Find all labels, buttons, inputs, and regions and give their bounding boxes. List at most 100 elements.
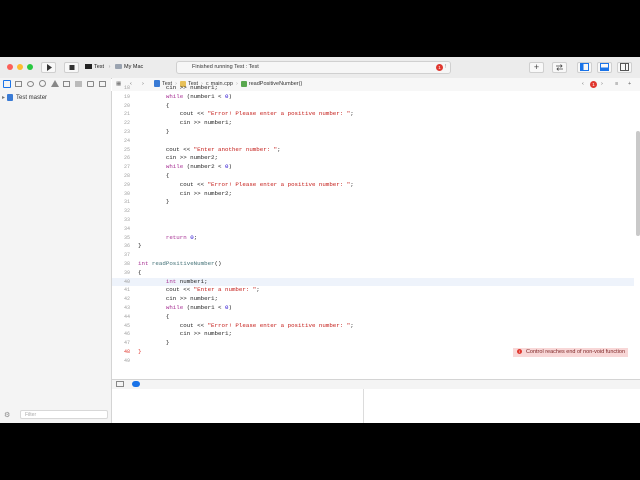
- code-line[interactable]: 33: [112, 216, 634, 225]
- code-line[interactable]: 46 cin >> number1;: [112, 330, 634, 339]
- code-line[interactable]: 41 cout << "Enter a number: ";: [112, 286, 634, 295]
- library-plus-icon[interactable]: +: [529, 62, 544, 73]
- line-number[interactable]: 30: [112, 190, 130, 199]
- chevron-right-icon: ›: [108, 64, 111, 70]
- line-number[interactable]: 22: [112, 119, 130, 128]
- toggle-navigator-button[interactable]: [577, 62, 592, 73]
- code-line[interactable]: 44 {: [112, 313, 634, 322]
- line-number[interactable]: 38: [112, 260, 130, 269]
- code-line[interactable]: 21 cout << "Error! Please enter a positi…: [112, 110, 634, 119]
- breakpoints-toggle-icon[interactable]: [132, 381, 140, 387]
- code-line[interactable]: 49: [112, 357, 634, 366]
- error-message: Control reaches end of non-void function: [525, 349, 625, 355]
- symbol-navigator-icon[interactable]: [27, 81, 34, 87]
- minimize-window-button[interactable]: [17, 64, 23, 70]
- line-number[interactable]: 45: [112, 322, 130, 331]
- code-line[interactable]: 20 {: [112, 102, 634, 111]
- line-number[interactable]: 34: [112, 225, 130, 234]
- source-control-icon[interactable]: [15, 81, 22, 87]
- code-line[interactable]: 38 int readPositiveNumber(): [112, 260, 634, 269]
- code-line[interactable]: 24: [112, 137, 634, 146]
- debug-divider: [363, 389, 364, 423]
- settings-gear-icon[interactable]: ⚙: [4, 411, 10, 419]
- code-line[interactable]: 34: [112, 225, 634, 234]
- code-line[interactable]: 18 cin >> number1;: [112, 84, 634, 93]
- code-line[interactable]: 45 cout << "Error! Please enter a positi…: [112, 322, 634, 331]
- code-line[interactable]: 36}: [112, 242, 634, 251]
- vertical-scrollbar[interactable]: [636, 131, 640, 236]
- close-window-button[interactable]: [7, 64, 13, 70]
- code-line[interactable]: 47 }: [112, 339, 634, 348]
- code-line[interactable]: 29 cout << "Error! Please enter a positi…: [112, 181, 634, 190]
- line-number[interactable]: 18: [112, 84, 130, 93]
- line-number[interactable]: 26: [112, 154, 130, 163]
- navigator-filter-input[interactable]: Filter: [20, 410, 108, 419]
- bottom-panel-icon: [600, 63, 609, 71]
- line-number[interactable]: 27: [112, 163, 130, 172]
- scheme-selector[interactable]: Test › My Mac: [85, 62, 153, 73]
- line-number[interactable]: 47: [112, 339, 130, 348]
- line-number[interactable]: 20: [112, 102, 130, 111]
- code-line[interactable]: 42 cin >> number1;: [112, 295, 634, 304]
- issue-navigator-icon[interactable]: [51, 80, 59, 87]
- line-number[interactable]: 43: [112, 304, 130, 313]
- line-number[interactable]: 42: [112, 295, 130, 304]
- test-navigator-icon[interactable]: [63, 81, 70, 87]
- code-line[interactable]: 30 cin >> number2;: [112, 190, 634, 199]
- line-number[interactable]: 35: [112, 234, 130, 243]
- project-navigator-icon[interactable]: [3, 80, 11, 88]
- line-number[interactable]: 32: [112, 207, 130, 216]
- source-editor[interactable]: 18 cin >> number1; 19 while (number1 < 0)…: [112, 84, 640, 379]
- toggle-inspector-button[interactable]: [617, 62, 632, 73]
- code-line[interactable]: 31 }: [112, 198, 634, 207]
- code-line[interactable]: 40 int number1;: [112, 277, 634, 287]
- report-navigator-icon[interactable]: [99, 81, 106, 87]
- line-number[interactable]: 21: [112, 110, 130, 119]
- code-review-button[interactable]: [552, 62, 567, 73]
- code-line[interactable]: 19 while (number1 < 0): [112, 93, 634, 102]
- debug-navigator-icon[interactable]: [75, 81, 82, 87]
- line-number[interactable]: 46: [112, 330, 130, 339]
- code-line[interactable]: 25 cout << "Enter another number: ";: [112, 146, 634, 155]
- code-line[interactable]: 39 {: [112, 269, 634, 278]
- code-line[interactable]: 23 }: [112, 128, 634, 137]
- hide-debug-area-icon[interactable]: [116, 381, 124, 387]
- line-number[interactable]: 24: [112, 137, 130, 146]
- line-number[interactable]: 29: [112, 181, 130, 190]
- line-number[interactable]: 49: [112, 357, 130, 366]
- breakpoint-navigator-icon[interactable]: [87, 81, 94, 87]
- line-number[interactable]: 40: [112, 278, 130, 287]
- line-number[interactable]: 44: [112, 313, 130, 322]
- code-line[interactable]: 48}! Control reaches end of non-void func…: [112, 348, 634, 357]
- code-line[interactable]: 35 return 0;: [112, 234, 634, 243]
- find-navigator-icon[interactable]: [39, 80, 46, 87]
- toggle-debug-area-button[interactable]: [597, 62, 612, 73]
- code-line[interactable]: 32: [112, 207, 634, 216]
- project-row[interactable]: ▸ Test master: [2, 94, 47, 102]
- error-annotation[interactable]: ! Control reaches end of non-void functio…: [512, 348, 628, 357]
- line-number[interactable]: 23: [112, 128, 130, 137]
- code-line[interactable]: 43 while (number1 < 0): [112, 304, 634, 313]
- line-number[interactable]: 36: [112, 242, 130, 251]
- code-text: cin >> number1;: [138, 119, 232, 127]
- line-number[interactable]: 37: [112, 251, 130, 260]
- line-number[interactable]: 19: [112, 93, 130, 102]
- code-line[interactable]: 37: [112, 251, 634, 260]
- disclosure-triangle-icon[interactable]: ▸: [2, 95, 5, 101]
- zoom-window-button[interactable]: [27, 64, 33, 70]
- code-line[interactable]: 28 {: [112, 172, 634, 181]
- line-number[interactable]: 25: [112, 146, 130, 155]
- line-number[interactable]: 31: [112, 198, 130, 207]
- line-number[interactable]: 28: [112, 172, 130, 181]
- code-line[interactable]: 27 while (number2 < 0): [112, 163, 634, 172]
- code-line[interactable]: 26 cin >> number2;: [112, 154, 634, 163]
- run-button[interactable]: [41, 62, 56, 73]
- code-text: cin >> number2;: [138, 154, 219, 162]
- line-number[interactable]: 48: [112, 348, 130, 357]
- line-number[interactable]: 33: [112, 216, 130, 225]
- line-number[interactable]: 39: [112, 269, 130, 278]
- line-number[interactable]: 41: [112, 286, 130, 295]
- error-badge[interactable]: 1: [436, 64, 443, 71]
- code-line[interactable]: 22 cin >> number1;: [112, 119, 634, 128]
- stop-button[interactable]: [64, 62, 79, 73]
